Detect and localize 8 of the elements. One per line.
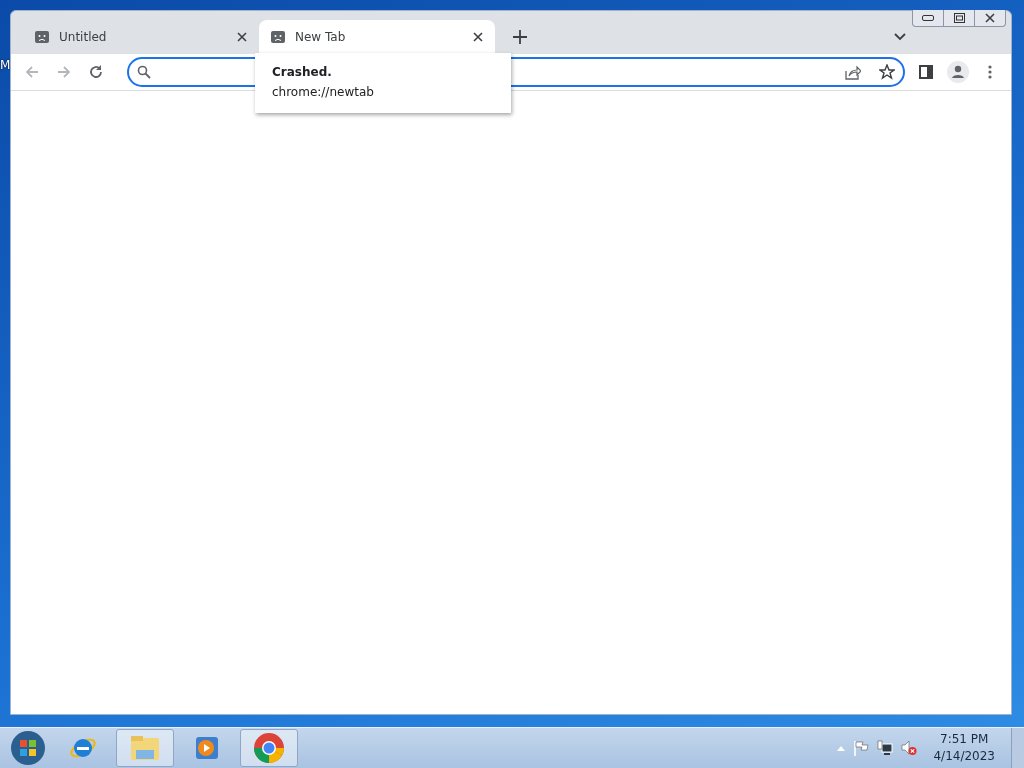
browser-tab[interactable]: New Tab bbox=[259, 20, 495, 54]
desktop-icon-label[interactable]: M bbox=[0, 58, 11, 72]
clock[interactable]: 7:51 PM 4/14/2023 bbox=[925, 731, 1003, 765]
tooltip-url: chrome://newtab bbox=[272, 85, 375, 99]
browser-tab[interactable]: Untitled bbox=[23, 20, 259, 54]
tab-title: Untitled bbox=[59, 30, 108, 44]
tab-title: New Tab bbox=[295, 30, 347, 44]
tooltip-title: Crashed. bbox=[272, 65, 333, 79]
